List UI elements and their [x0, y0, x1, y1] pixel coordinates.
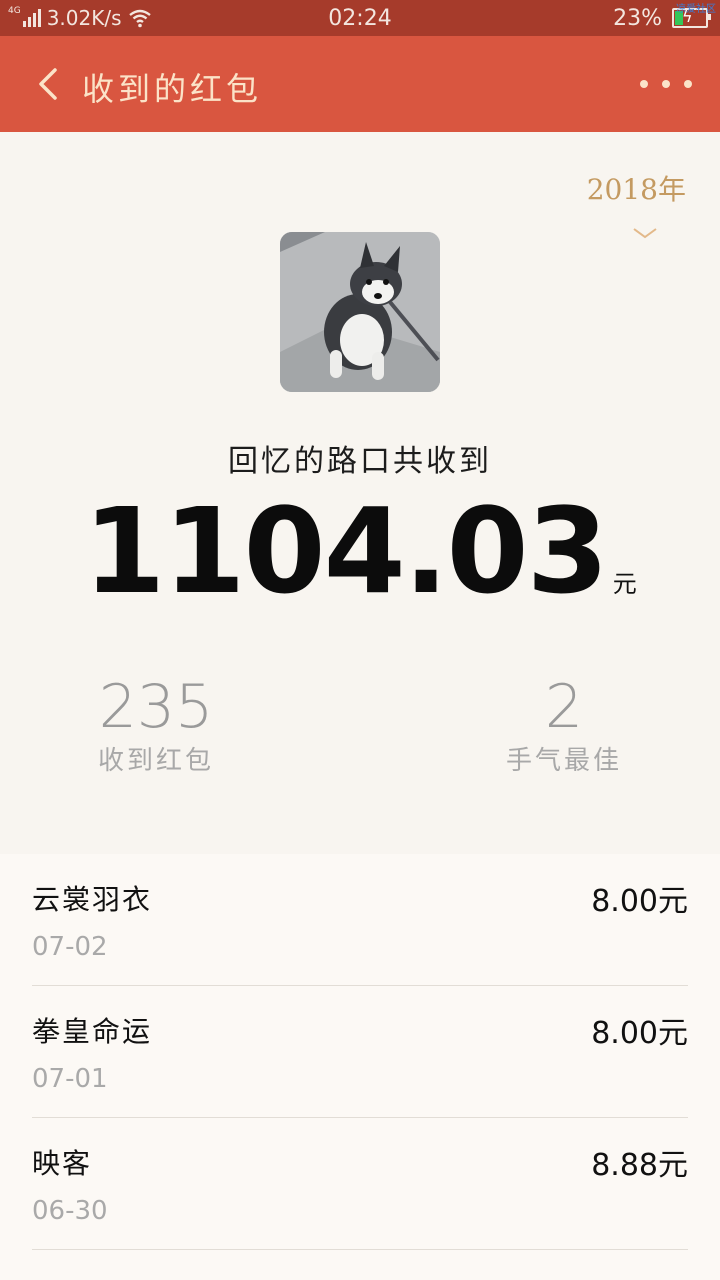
sender-name: 拳皇命运 [32, 1015, 153, 1048]
list-item[interactable]: 拳皇命运 8.00元 07-01 [32, 986, 688, 1118]
more-button[interactable] [640, 66, 692, 102]
more-dots-icon [640, 80, 648, 88]
date: 07-01 [32, 1064, 108, 1094]
dog-photo [280, 232, 440, 392]
status-bar: 4G 3.02K/s 02:24 23% ϟ 凉爱社区 [0, 0, 720, 36]
stat-received-count: 235 收到红包 [36, 672, 276, 777]
stat-label: 手气最佳 [505, 746, 622, 776]
owner-total-label: 回忆的路口共收到 [228, 444, 492, 479]
total-value: 1104.03 [83, 482, 608, 620]
stat-label: 收到红包 [97, 746, 214, 776]
total-amount: 1104.03 元 [0, 482, 720, 620]
total-unit: 元 [612, 570, 637, 598]
corner-watermark: 凉爱社区 [676, 4, 716, 15]
summary-header: 2018年 回忆的路口共收到 1104.03 元 235 收到红包 2 手气最佳 [0, 132, 720, 854]
list-item[interactable]: 云裳羽衣 8.00元 07-02 [32, 854, 688, 986]
battery-percent: 23% [613, 5, 662, 31]
year-selector[interactable]: 2018年 [587, 168, 686, 208]
stat-value: 2 [544, 672, 584, 742]
app-bar: 收到的红包 [0, 36, 720, 132]
stat-best-luck: 2 手气最佳 [444, 672, 684, 777]
date: 06-30 [32, 1196, 108, 1226]
red-packet-list: 云裳羽衣 8.00元 07-02 拳皇命运 8.00元 07-01 映客 8.8… [0, 854, 720, 1280]
page-title: 收到的红包 [82, 70, 263, 108]
stat-value: 235 [98, 672, 214, 742]
sender-name: 映客 [32, 1147, 93, 1180]
chevron-left-icon [39, 68, 57, 100]
avatar [280, 232, 440, 392]
chevron-down-icon[interactable] [632, 226, 658, 240]
amount: 8.00元 [591, 884, 688, 919]
sender-name: 云裳羽衣 [32, 883, 153, 916]
list-item[interactable]: 映客 8.88元 06-30 [32, 1118, 688, 1250]
amount: 8.00元 [591, 1016, 688, 1051]
back-button[interactable] [24, 60, 72, 108]
clock: 02:24 [328, 5, 392, 31]
amount: 8.88元 [591, 1148, 688, 1183]
date: 07-02 [32, 932, 108, 962]
